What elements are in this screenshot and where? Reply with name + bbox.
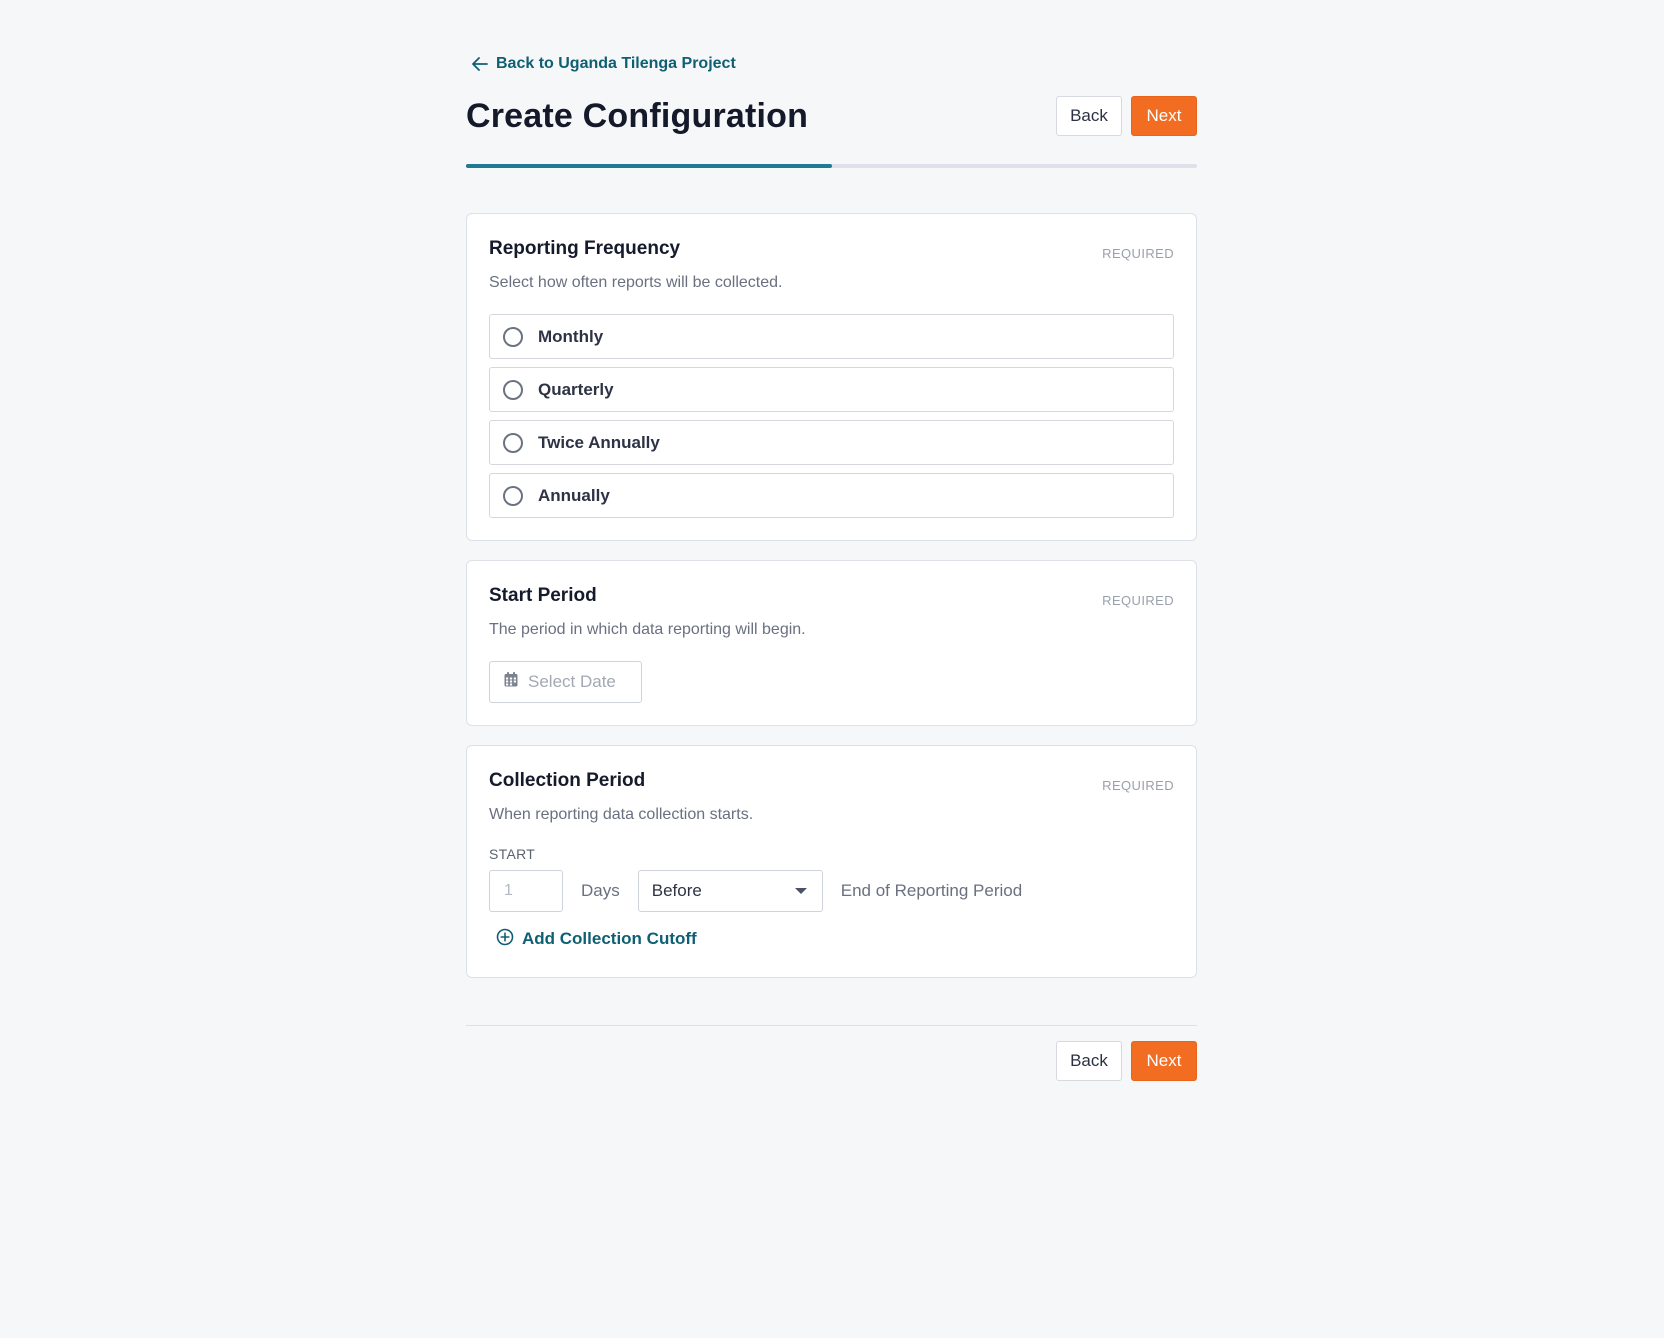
next-button[interactable]: Next bbox=[1131, 96, 1197, 136]
footer-back-button[interactable]: Back bbox=[1056, 1041, 1122, 1081]
radio-button[interactable] bbox=[503, 379, 523, 400]
reporting-frequency-card: Reporting Frequency REQUIRED Select how … bbox=[466, 213, 1197, 541]
required-badge: REQUIRED bbox=[1102, 246, 1174, 261]
required-badge: REQUIRED bbox=[1102, 593, 1174, 608]
option-label: Quarterly bbox=[538, 379, 614, 399]
relation-select[interactable]: Before bbox=[637, 870, 823, 912]
frequency-option-twice-annually[interactable]: Twice Annually bbox=[489, 420, 1174, 465]
footer-next-button[interactable]: Next bbox=[1131, 1041, 1197, 1081]
option-label: Annually bbox=[538, 485, 610, 505]
start-label: START bbox=[489, 846, 536, 862]
option-label: Monthly bbox=[538, 326, 604, 346]
page-title: Create Configuration bbox=[466, 96, 809, 135]
days-label: Days bbox=[581, 881, 620, 900]
back-to-project-link[interactable]: Back to Uganda Tilenga Project bbox=[466, 48, 1197, 80]
frequency-options: Monthly Quarterly Twice Annually Annuall… bbox=[489, 314, 1174, 518]
frequency-option-quarterly[interactable]: Quarterly bbox=[489, 367, 1174, 412]
header-actions: Back Next bbox=[1056, 96, 1197, 136]
footer-buttons: Back Next bbox=[1056, 1041, 1197, 1081]
add-collection-cutoff-button[interactable]: Add Collection Cutoff bbox=[496, 927, 1174, 951]
days-input[interactable] bbox=[489, 870, 563, 912]
back-to-project-label: Back to Uganda Tilenga Project bbox=[496, 55, 736, 72]
plus-circle-icon bbox=[496, 928, 514, 951]
frequency-option-annually[interactable]: Annually bbox=[489, 473, 1174, 518]
required-badge: REQUIRED bbox=[1102, 778, 1174, 793]
calendar-icon bbox=[504, 672, 518, 692]
progress-bar bbox=[466, 164, 1197, 168]
radio-button[interactable] bbox=[503, 432, 523, 453]
back-button[interactable]: Back bbox=[1056, 96, 1122, 136]
start-period-title: Start Period bbox=[489, 585, 597, 606]
start-period-description: The period in which data reporting will … bbox=[489, 621, 806, 638]
page-header: Create Configuration Back Next bbox=[466, 94, 1197, 138]
collection-period-description: When reporting data collection starts. bbox=[489, 806, 754, 823]
chevron-down-icon bbox=[794, 888, 807, 894]
collection-period-card: Collection Period REQUIRED When reportin… bbox=[466, 745, 1197, 978]
footer-actions: Back Next bbox=[466, 1041, 1197, 1081]
radio-button[interactable] bbox=[503, 485, 523, 506]
relation-select-value: Before bbox=[651, 881, 702, 900]
add-collection-cutoff-label: Add Collection Cutoff bbox=[522, 929, 697, 948]
start-date-picker[interactable]: Select Date bbox=[489, 661, 642, 703]
progress-bar-fill bbox=[466, 164, 832, 168]
arrow-left-icon bbox=[472, 57, 488, 71]
create-configuration-page: Back to Uganda Tilenga Project Create Co… bbox=[466, 48, 1197, 1081]
collection-period-title: Collection Period bbox=[489, 770, 646, 791]
collection-start-row: Days Before End of Reporting Period bbox=[489, 870, 1174, 912]
radio-button[interactable] bbox=[503, 326, 523, 347]
reporting-frequency-title: Reporting Frequency bbox=[489, 238, 681, 259]
option-label: Twice Annually bbox=[538, 432, 660, 452]
frequency-option-monthly[interactable]: Monthly bbox=[489, 314, 1174, 359]
end-of-reporting-period-label: End of Reporting Period bbox=[840, 881, 1023, 900]
footer-divider bbox=[466, 1025, 1197, 1026]
reporting-frequency-description: Select how often reports will be collect… bbox=[489, 274, 783, 291]
date-placeholder: Select Date bbox=[528, 672, 616, 691]
start-period-card: Start Period REQUIRED The period in whic… bbox=[466, 560, 1197, 726]
